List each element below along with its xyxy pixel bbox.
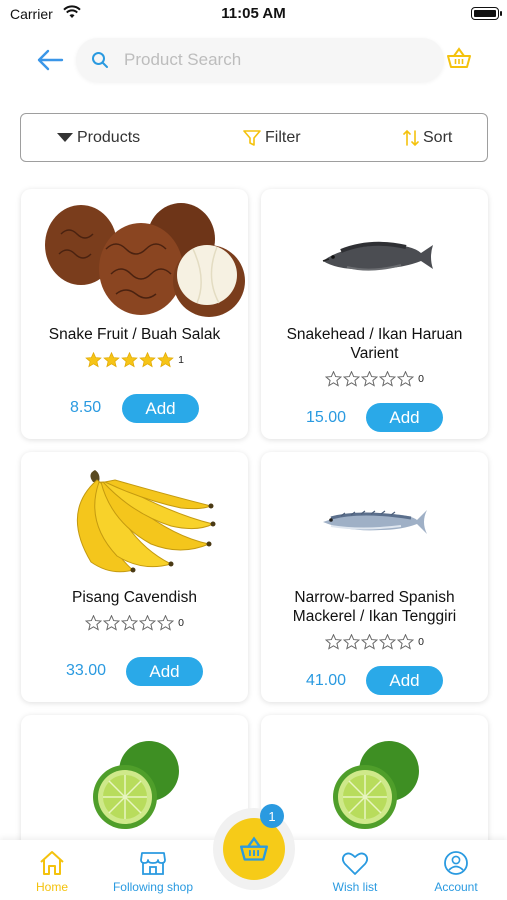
home-icon (40, 851, 64, 875)
nav-following-shop-label: Following shop (112, 880, 194, 894)
product-card[interactable] (21, 715, 248, 855)
star-empty-icon (343, 371, 361, 387)
filter-bar: Products Filter Sort (20, 113, 488, 162)
products-label: Products (77, 128, 141, 146)
nav-account-label: Account (434, 880, 478, 894)
product-card[interactable]: Pisang Cavendish 0 33.00 Add (21, 452, 248, 702)
star-filled-icon (139, 352, 156, 368)
product-rating: 0 (261, 634, 488, 650)
lime-image (333, 741, 419, 829)
star-empty-icon (379, 634, 397, 650)
product-name: Snake Fruit / Buah Salak (48, 326, 221, 343)
product-card[interactable]: Snake Fruit / Buah Salak 1 8.50 Add (21, 189, 248, 439)
star-rating (85, 615, 175, 631)
product-price: 41.00 (306, 672, 347, 689)
add-to-cart-button[interactable]: Add (366, 666, 443, 695)
star-empty-icon (139, 615, 157, 631)
snake-fruit-image (45, 203, 245, 317)
product-card[interactable]: Snakehead / Ikan Haruan Varient 0 15.00 … (261, 189, 488, 439)
account-icon (444, 851, 468, 875)
star-empty-icon (103, 615, 121, 631)
nav-home[interactable]: Home (34, 840, 70, 900)
search-icon (92, 52, 108, 68)
mackerel-fish-image (323, 510, 427, 534)
heart-icon (341, 852, 369, 875)
product-rating: 0 (21, 615, 248, 631)
basket-icon (240, 836, 269, 861)
product-card[interactable] (261, 715, 488, 855)
star-empty-icon (361, 371, 379, 387)
filter-funnel-icon (243, 129, 261, 146)
battery-icon (471, 7, 502, 20)
star-empty-icon (397, 634, 415, 650)
product-name: Pisang Cavendish (72, 589, 197, 606)
star-empty-icon (85, 615, 103, 631)
sort-arrows-icon (403, 129, 419, 146)
star-empty-icon (121, 615, 139, 631)
nav-wish-list-label: Wish list (332, 880, 378, 894)
product-rating: 1 (21, 352, 248, 368)
snakehead-fish-image (322, 241, 433, 271)
add-to-cart-button[interactable]: Add (126, 657, 203, 686)
star-rating (325, 634, 415, 650)
product-price: 8.50 (70, 399, 102, 416)
filter-label: Filter (265, 128, 301, 146)
product-name: Snakehead / Ikan Haruan Varient (286, 326, 463, 362)
status-bar: Carrier 11:05 AM (0, 0, 507, 28)
basket-icon[interactable] (446, 46, 472, 70)
product-name: Narrow-barred Spanish Mackerel / Ikan Te… (292, 589, 457, 625)
rating-count: 0 (418, 636, 424, 648)
star-filled-icon (85, 352, 102, 368)
banana-image (77, 470, 216, 573)
star-filled-icon (103, 352, 120, 368)
star-empty-icon (325, 371, 343, 387)
rating-count: 1 (178, 354, 184, 366)
product-card[interactable]: Narrow-barred Spanish Mackerel / Ikan Te… (261, 452, 488, 702)
star-rating (325, 371, 415, 387)
star-empty-icon (379, 371, 397, 387)
shop-icon (140, 852, 166, 875)
nav-home-label: Home (35, 880, 68, 894)
caret-down-icon (57, 132, 73, 142)
nav-account[interactable]: Account (430, 840, 482, 900)
star-empty-icon (325, 634, 343, 650)
star-empty-icon (157, 615, 175, 631)
nav-following-shop[interactable]: Following shop (108, 840, 198, 900)
add-to-cart-button[interactable]: Add (366, 403, 443, 432)
product-rating: 0 (261, 371, 488, 387)
search-bar[interactable] (76, 38, 444, 82)
sort-button[interactable]: Sort (403, 114, 452, 161)
star-empty-icon (397, 371, 415, 387)
back-arrow-icon[interactable] (34, 44, 66, 76)
nav-wish-list[interactable]: Wish list (327, 840, 383, 900)
product-price: 15.00 (306, 409, 347, 426)
sort-label: Sort (423, 128, 453, 146)
products-dropdown[interactable]: Products (57, 114, 140, 161)
rating-count: 0 (418, 373, 424, 385)
star-filled-icon (121, 352, 138, 368)
star-rating (85, 352, 174, 368)
star-empty-icon (361, 634, 379, 650)
search-input[interactable] (124, 38, 424, 82)
product-price: 33.00 (66, 662, 107, 679)
rating-count: 0 (178, 617, 184, 629)
lime-image (93, 741, 179, 829)
add-to-cart-button[interactable]: Add (122, 394, 199, 423)
star-filled-icon (157, 352, 174, 368)
status-time: 11:05 AM (221, 5, 286, 22)
cart-count-badge: 1 (260, 804, 284, 828)
star-empty-icon (343, 634, 361, 650)
filter-button[interactable]: Filter (243, 114, 301, 161)
